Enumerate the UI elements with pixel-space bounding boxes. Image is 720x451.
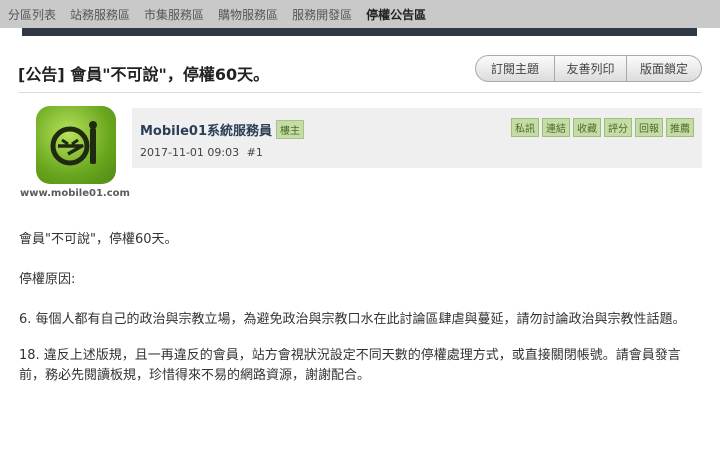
post-actions: 私訊 連結 收藏 評分 回報 推薦 — [508, 118, 694, 137]
post-content: 會員"不可說"，停權60天。 停權原因: 6. 每個人都有自己的政治與宗教立場，… — [19, 230, 704, 402]
post-paragraph: 18. 違反上述版規，且一再違反的會員，站方會視狀況設定不同天數的停權處理方式，… — [19, 348, 681, 383]
nav-item-market-service[interactable]: 市集服務區 — [144, 6, 204, 23]
avatar[interactable]: www.mobile01.com — [20, 102, 130, 208]
lock-button[interactable]: 版面鎖定 — [627, 55, 702, 82]
report-button[interactable]: 回報 — [635, 118, 663, 137]
title-divider — [18, 92, 702, 93]
post-paragraph: 會員"不可說"，停權60天。 — [19, 232, 178, 247]
subscribe-button[interactable]: 訂閱主題 — [475, 55, 555, 82]
rate-button[interactable]: 評分 — [604, 118, 632, 137]
nav-item-dev-service[interactable]: 服務開發區 — [292, 6, 352, 23]
avatar-site-text: www.mobile01.com — [20, 188, 130, 199]
recommend-button[interactable]: 推薦 — [666, 118, 694, 137]
op-badge: 樓主 — [276, 120, 304, 139]
nav-item-site-service[interactable]: 站務服務區 — [70, 6, 130, 23]
private-message-button[interactable]: 私訊 — [511, 118, 539, 137]
nav-item-suspension-notice[interactable]: 停權公告區 — [366, 6, 426, 23]
mobile01-logo-icon — [36, 106, 116, 184]
post-paragraph: 6. 每個人都有自己的政治與宗教立場，為避免政治與宗教口水在此討論區肆虐與蔓延，… — [19, 312, 686, 327]
post-paragraph: 停權原因: — [19, 272, 76, 287]
post-header: Mobile01系統服務員 樓主 2017-11-01 09:03 #1 私訊 連… — [132, 108, 702, 168]
thread-button-group: 訂閱主題 友善列印 版面鎖定 — [475, 55, 702, 82]
post-meta: 2017-11-01 09:03 #1 — [140, 146, 263, 159]
banner-strip — [22, 28, 697, 36]
nav-item-shopping-service[interactable]: 購物服務區 — [218, 6, 278, 23]
print-button[interactable]: 友善列印 — [555, 55, 627, 82]
post-datetime: 2017-11-01 09:03 — [140, 146, 240, 159]
post-floor-number[interactable]: #1 — [247, 146, 263, 159]
top-navigation: 分區列表 站務服務區 市集服務區 購物服務區 服務開發區 停權公告區 — [0, 0, 720, 28]
thread-title: [公告] 會員"不可說"，停權60天。 — [18, 65, 270, 84]
bookmark-button[interactable]: 收藏 — [573, 118, 601, 137]
nav-item-forum-list[interactable]: 分區列表 — [8, 6, 56, 23]
author-info: Mobile01系統服務員 樓主 — [140, 120, 304, 139]
thread-title-row: [公告] 會員"不可說"，停權60天。 訂閱主題 友善列印 版面鎖定 — [18, 55, 708, 85]
author-name[interactable]: Mobile01系統服務員 — [140, 124, 272, 139]
link-button[interactable]: 連結 — [542, 118, 570, 137]
